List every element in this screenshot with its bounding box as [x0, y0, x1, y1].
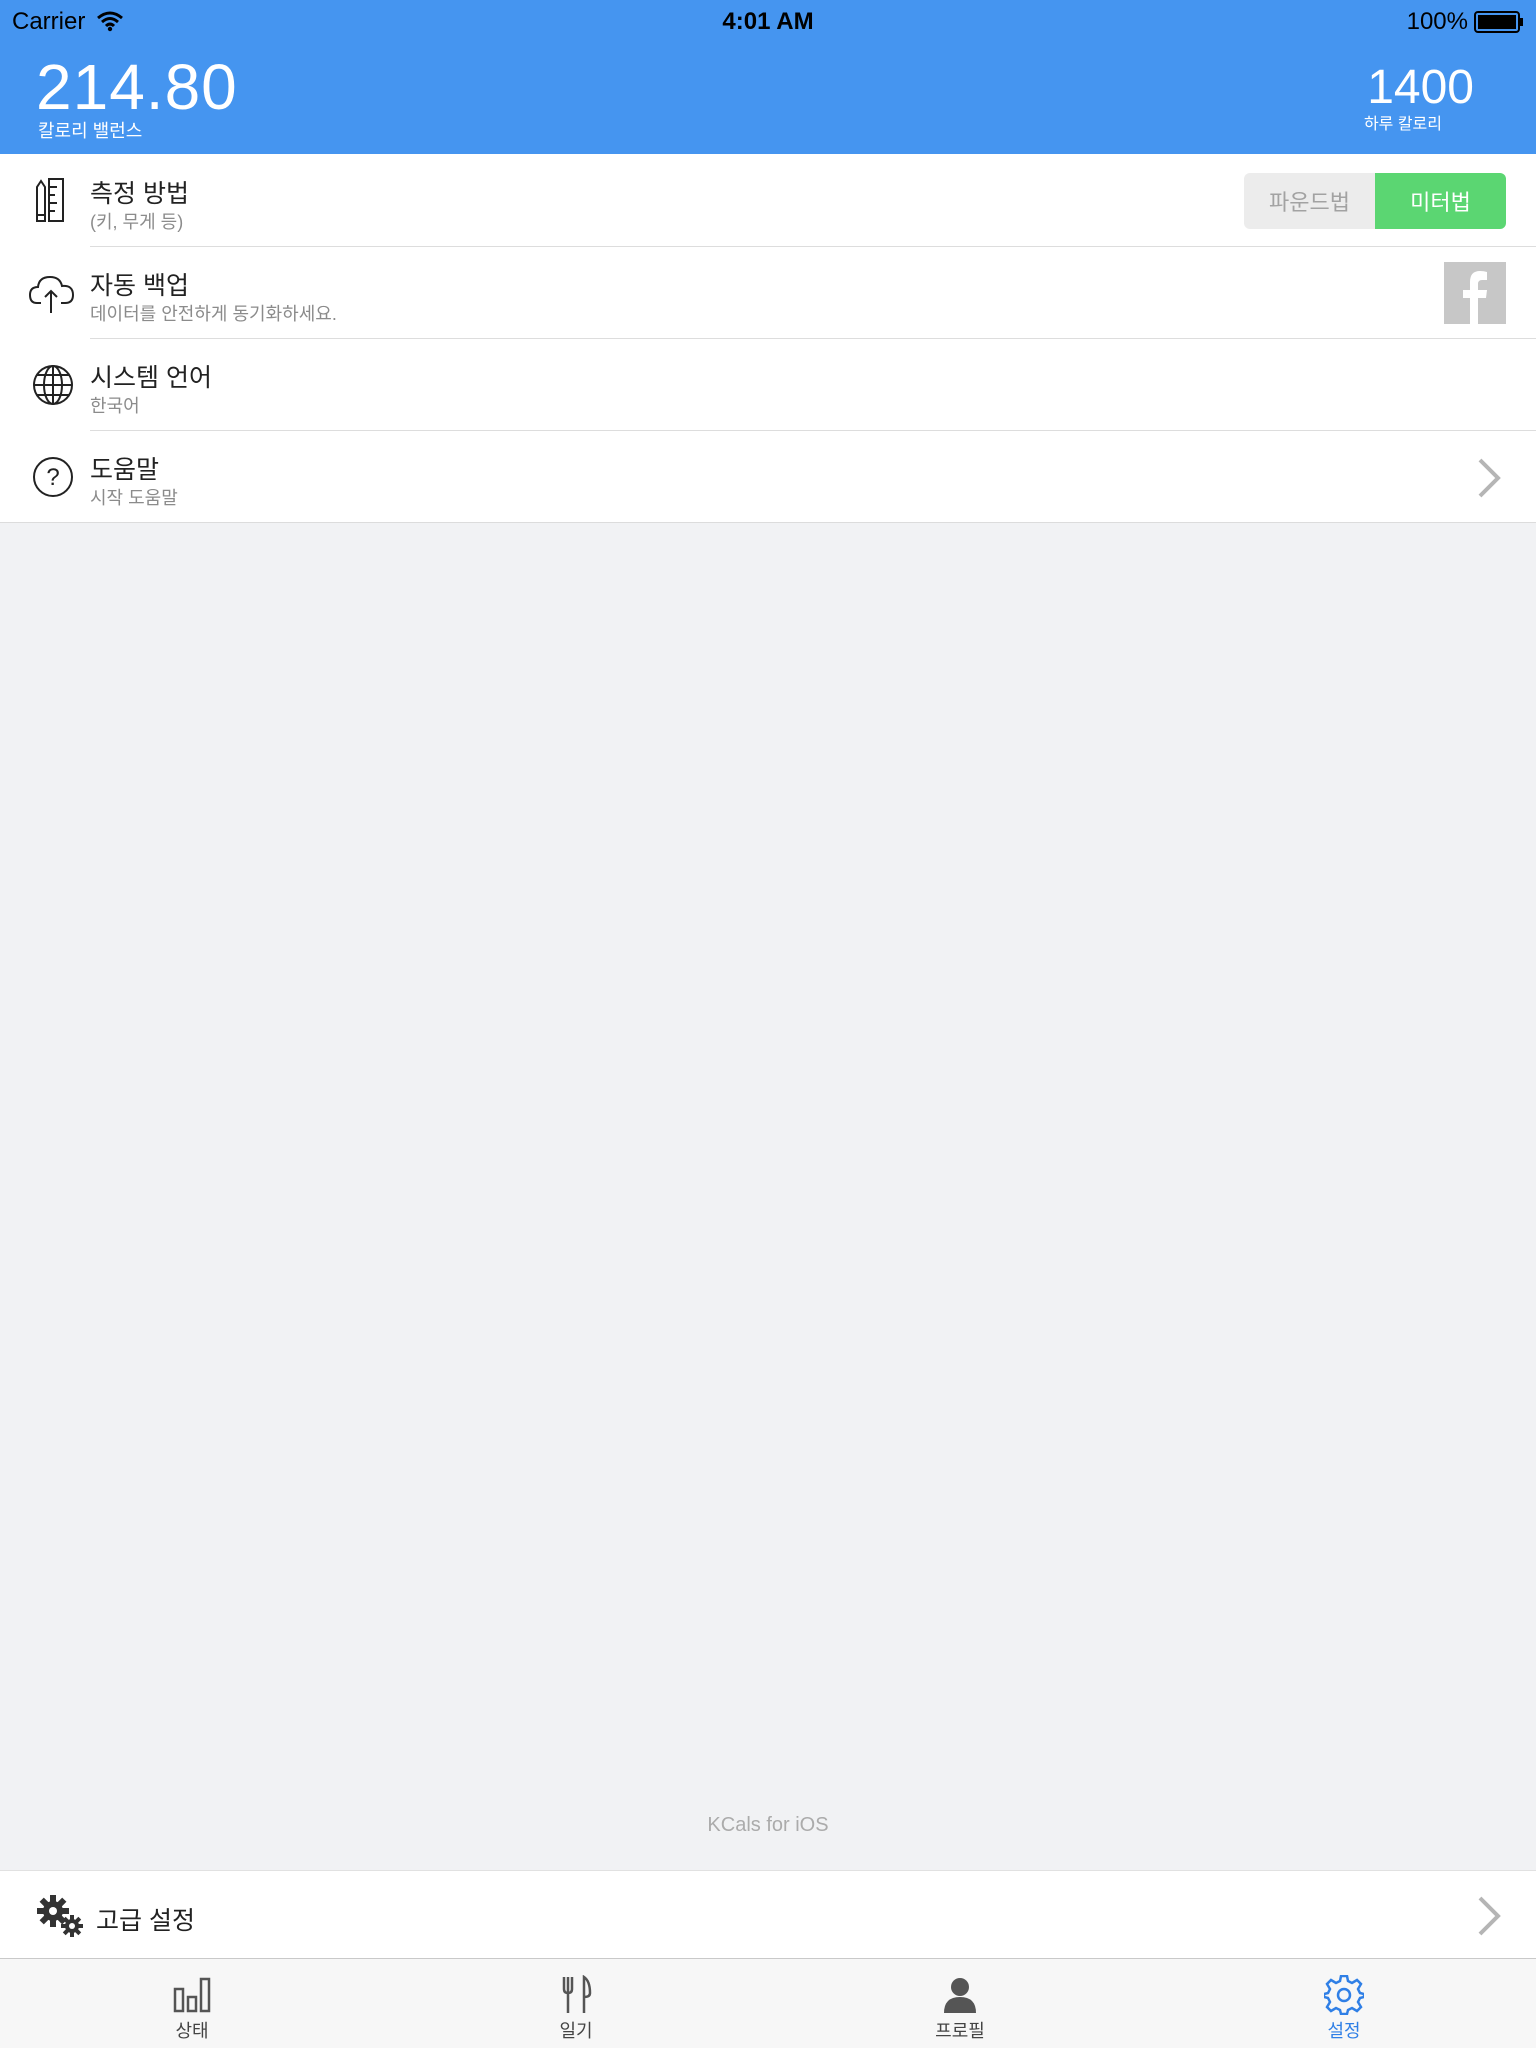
- settings-screen: Carrier 4:01 AM 100% 214.80 칼로리 밸런스 1400…: [0, 0, 1536, 2048]
- imperial-segment[interactable]: 파운드법: [1244, 173, 1375, 229]
- header: Carrier 4:01 AM 100% 214.80 칼로리 밸런스 1400…: [0, 0, 1536, 154]
- bar-chart-icon: [173, 1977, 211, 2013]
- tab-label: 상태: [175, 2021, 209, 2041]
- person-icon: [944, 1978, 976, 2013]
- help-title: 도움말: [90, 456, 160, 484]
- battery-icon: [1474, 11, 1523, 33]
- language-row[interactable]: 시스템 언어 한국어: [0, 338, 1536, 430]
- measurement-subtitle: (키, 무게 등): [90, 212, 184, 232]
- measurement-row: 측정 방법 (키, 무게 등) 파운드법 미터법: [0, 154, 1536, 246]
- facebook-button[interactable]: [1444, 262, 1506, 324]
- question-circle-icon: ?: [33, 457, 73, 497]
- svg-text:?: ?: [46, 464, 59, 491]
- status-bar: Carrier 4:01 AM 100%: [0, 0, 1536, 42]
- daily-calories-value: 1400: [1367, 61, 1474, 114]
- unit-segmented-control: 파운드법 미터법: [1244, 173, 1506, 229]
- language-subtitle: 한국어: [90, 396, 140, 416]
- backup-title: 자동 백업: [90, 272, 189, 300]
- tab-profile[interactable]: 프로필: [768, 1959, 1152, 2048]
- advanced-settings-row[interactable]: 고급 설정: [0, 1870, 1536, 1959]
- gears-icon: [37, 1895, 83, 1937]
- backup-subtitle: 데이터를 안전하게 동기화하세요.: [90, 304, 337, 324]
- tab-diary[interactable]: 일기: [384, 1959, 768, 2048]
- help-row[interactable]: ? 도움말 시작 도움말: [0, 430, 1536, 522]
- fork-knife-icon: [562, 1975, 592, 2013]
- clock: 4:01 AM: [722, 8, 814, 35]
- globe-icon: [33, 365, 73, 405]
- ruler-pencil-icon: [36, 178, 64, 222]
- metric-segment[interactable]: 미터법: [1375, 173, 1506, 229]
- chevron-right-icon: [1478, 1896, 1501, 1936]
- backup-row: 자동 백업 데이터를 안전하게 동기화하세요.: [0, 246, 1536, 338]
- settings-list: 측정 방법 (키, 무게 등) 파운드법 미터법 자동 백업 데이터를 안전하게…: [0, 154, 1536, 523]
- calorie-balance-label: 칼로리 밸런스: [38, 121, 143, 141]
- language-title: 시스템 언어: [90, 364, 212, 392]
- tab-status[interactable]: 상태: [0, 1959, 384, 2048]
- gear-icon: [1324, 1975, 1364, 2015]
- tab-bar: 상태 일기 프로필 설정: [0, 1958, 1536, 2048]
- daily-calories-label: 하루 칼로리: [1363, 116, 1442, 133]
- battery-percent: 100%: [1406, 8, 1468, 35]
- facebook-icon: [1463, 271, 1487, 324]
- chevron-right-icon: [1478, 458, 1501, 498]
- advanced-settings-label: 고급 설정: [96, 1907, 195, 1935]
- cloud-upload-icon: [29, 275, 75, 313]
- tab-label: 프로필: [935, 2021, 985, 2041]
- help-subtitle: 시작 도움말: [90, 488, 178, 508]
- tab-label: 설정: [1327, 2021, 1361, 2041]
- measurement-title: 측정 방법: [90, 180, 189, 208]
- app-version-label: KCals for iOS: [707, 1814, 829, 1836]
- calorie-balance-value: 214.80: [36, 51, 238, 123]
- tab-label: 일기: [559, 2021, 593, 2041]
- tab-settings[interactable]: 설정: [1152, 1959, 1536, 2048]
